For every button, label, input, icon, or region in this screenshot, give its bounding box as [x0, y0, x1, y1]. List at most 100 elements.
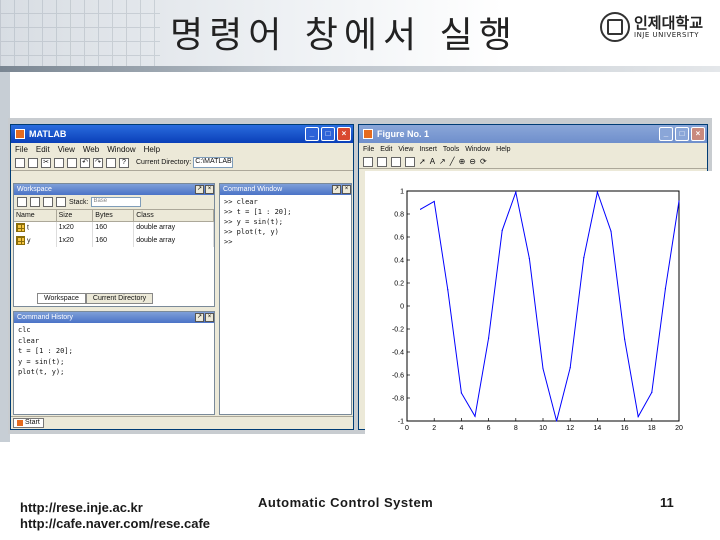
fig-print-icon[interactable] [405, 156, 415, 167]
slide-title: 명령어 창에서 실행 [170, 15, 518, 56]
command-window-header: Command Window ↗ × [220, 184, 351, 195]
menu-window[interactable]: Window [107, 145, 135, 154]
save-workspace-icon[interactable] [30, 197, 40, 207]
print-icon[interactable] [43, 197, 53, 207]
data-point [460, 392, 462, 394]
x-tick-label: 12 [566, 425, 574, 432]
sine-plot[interactable]: 0 2 4 6 8 10 12 14 16 18 20 -1 -0.8 -0.6 -0.4 -0.2 0 0.2 0… [365, 171, 713, 439]
command-history-close-icon[interactable]: × [205, 313, 214, 322]
menu-view[interactable]: View [58, 145, 75, 154]
figure-menu-edit[interactable]: Edit [380, 146, 392, 153]
close-button[interactable]: × [337, 127, 351, 141]
x-tick-label: 6 [487, 425, 491, 432]
simulink-icon[interactable] [106, 157, 116, 168]
open-file-icon[interactable] [28, 157, 38, 168]
x-tick-label: 20 [675, 425, 683, 432]
menu-edit[interactable]: Edit [36, 145, 50, 154]
tab-current-directory[interactable]: Current Directory [85, 293, 154, 304]
workspace-tabs: Workspace Current Directory [37, 293, 154, 304]
var-class: double array [133, 221, 214, 234]
command-window-close-icon[interactable]: × [342, 185, 351, 194]
stack-select[interactable]: Base [91, 197, 142, 207]
col-name[interactable]: Name [14, 210, 57, 222]
matlab-window: MATLAB _ □ × File Edit View Web Window H… [10, 124, 354, 430]
cut-icon[interactable]: ✂ [41, 157, 51, 168]
x-tick-label: 2 [432, 425, 436, 432]
col-class[interactable]: Class [133, 210, 214, 222]
figure-menu-help[interactable]: Help [496, 146, 510, 153]
table-row[interactable]: t 1x20 160 double array [14, 221, 214, 234]
figure-menu-view[interactable]: View [398, 146, 413, 153]
workspace-toolbar: Stack: Base [14, 195, 214, 210]
command-window-undock-icon[interactable]: ↗ [332, 185, 341, 194]
footer-url-rese[interactable]: http://rese.inje.ac.kr [20, 500, 210, 516]
command-line: >> t = [1 : 20]; [224, 208, 292, 216]
workspace-undock-icon[interactable]: ↗ [195, 185, 204, 194]
data-point [488, 337, 490, 339]
data-point [433, 200, 435, 203]
command-window-text[interactable]: >> clear >> t = [1 : 20]; >> y = sin(t);… [220, 195, 351, 249]
menu-web[interactable]: Web [83, 145, 99, 154]
fig-open-icon[interactable] [377, 156, 387, 167]
table-row[interactable]: y 1x20 160 double array [14, 234, 214, 247]
figure-menu-insert[interactable]: Insert [419, 146, 437, 153]
university-logo: 인제대학교 INJE UNIVERSITY [600, 12, 703, 42]
undo-icon[interactable]: ↶ [80, 157, 90, 168]
history-item[interactable]: plot(t, y); [18, 367, 210, 378]
minimize-button[interactable]: _ [305, 127, 319, 141]
fig-save-icon[interactable] [391, 156, 401, 167]
data-point [556, 420, 558, 422]
start-button[interactable]: Start [13, 418, 44, 428]
matlab-toolbar: ✂ ↶ ↷ ? Current Directory: C:\MATLAB6p5 [11, 155, 353, 171]
zoom-in-icon[interactable]: ⊕ [459, 157, 466, 166]
import-data-icon[interactable] [17, 197, 27, 207]
command-history-undock-icon[interactable]: ↗ [195, 313, 204, 322]
figure-menu-window[interactable]: Window [465, 146, 490, 153]
zoom-out-icon[interactable]: ⊖ [469, 157, 476, 166]
insert-text-icon[interactable]: A [430, 157, 435, 166]
tab-workspace[interactable]: Workspace [37, 293, 86, 304]
figure-menu-file[interactable]: File [363, 146, 374, 153]
fig-new-icon[interactable] [363, 156, 373, 167]
current-directory-label: Current Directory: [136, 159, 192, 166]
history-item[interactable]: clear [18, 336, 210, 347]
data-point [569, 367, 571, 369]
history-item[interactable]: y = sin(t); [18, 357, 210, 368]
command-line: >> plot(t, y) [224, 228, 279, 236]
matlab-menubar: File Edit View Web Window Help [11, 143, 353, 155]
history-item[interactable]: t = [1 : 20]; [18, 346, 210, 357]
col-size[interactable]: Size [56, 210, 94, 222]
new-file-icon[interactable] [15, 157, 25, 168]
col-bytes[interactable]: Bytes [92, 210, 135, 222]
current-directory-input[interactable]: C:\MATLAB6p5 [193, 157, 234, 168]
logo-english-text: INJE UNIVERSITY [634, 31, 700, 39]
copy-icon[interactable] [54, 157, 64, 168]
maximize-button[interactable]: □ [321, 127, 335, 141]
matlab-titlebar[interactable]: MATLAB _ □ × [11, 125, 353, 143]
current-directory: Current Directory: C:\MATLAB6p5 [136, 157, 234, 168]
figure-titlebar[interactable]: Figure No. 1 _ □ × [359, 125, 707, 143]
rotate-icon[interactable]: ⟳ [480, 157, 487, 166]
help-icon[interactable]: ? [119, 157, 129, 168]
workspace-close-icon[interactable]: × [205, 185, 214, 194]
delete-variable-icon[interactable] [56, 197, 66, 207]
figure-close-button[interactable]: × [691, 127, 705, 141]
edit-plot-arrow-icon[interactable]: ➚ [419, 157, 426, 166]
data-point [610, 230, 612, 232]
footer-url-cafe[interactable]: http://cafe.naver.com/rese.cafe [20, 516, 210, 532]
command-history-list: clc clear t = [1 : 20]; y = sin(t); plot… [14, 323, 214, 380]
menu-help[interactable]: Help [144, 145, 160, 154]
insert-line-icon[interactable]: ╱ [450, 157, 455, 166]
menu-file[interactable]: File [15, 145, 28, 154]
workspace-table: Name Size Bytes Class t 1x20 160 double … [14, 210, 214, 247]
history-item[interactable]: clc [18, 325, 210, 336]
figure-menu-tools[interactable]: Tools [443, 146, 459, 153]
insert-arrow-icon[interactable]: ↗ [439, 157, 446, 166]
data-point [637, 415, 639, 418]
paste-icon[interactable] [67, 157, 77, 168]
figure-maximize-button[interactable]: □ [675, 127, 689, 141]
status-bar: Start [11, 416, 353, 429]
redo-icon[interactable]: ↷ [93, 157, 103, 168]
footer-course-title: Automatic Control System [258, 495, 434, 510]
figure-minimize-button[interactable]: _ [659, 127, 673, 141]
